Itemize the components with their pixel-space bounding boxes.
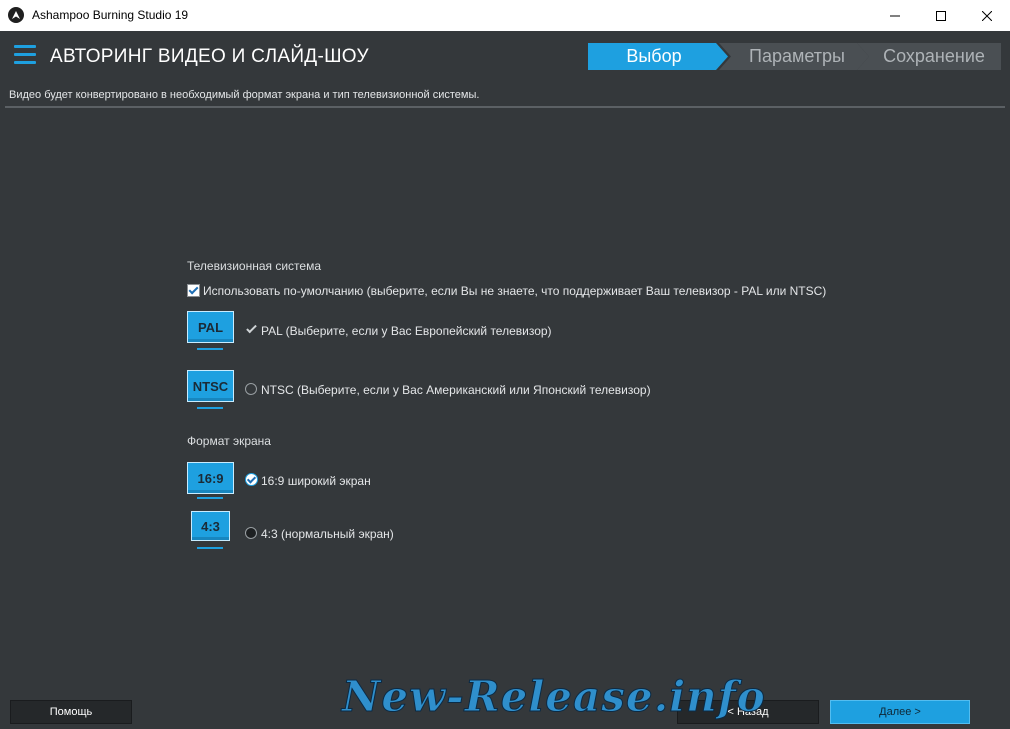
normal-screen-radio[interactable] [245,527,257,539]
minimize-button[interactable] [872,0,918,31]
minimize-icon [890,15,900,16]
normal-screen-option-label[interactable]: 4:3 (нормальный экран) [261,527,394,541]
step-select: Выбор [588,43,728,70]
header: АВТОРИНГ ВИДЕО И СЛАЙД-ШОУ Выбор Парамет… [0,31,1010,81]
watermark: New-Release.info [342,672,766,722]
use-default-checkbox[interactable] [187,284,200,297]
menu-icon[interactable] [14,45,36,67]
pal-tv-icon-text: PAL [187,311,234,343]
step-save-label: Сохранение [883,46,985,66]
help-button[interactable]: Помощь [10,700,132,724]
ntsc-radio[interactable] [245,383,257,395]
widescreen-option-label[interactable]: 16:9 широкий экран [261,474,371,488]
pal-selected-icon[interactable] [245,323,257,335]
page-title: АВТОРИНГ ВИДЕО И СЛАЙД-ШОУ [50,46,369,67]
ntsc-tv-icon-text: NTSC [187,370,234,402]
close-icon [982,10,992,21]
normal-tv-icon-text: 4:3 [191,511,230,541]
page-subtitle: Видео будет конвертировано в необходимый… [9,89,480,101]
step-parameters-label: Параметры [749,46,845,66]
close-button[interactable] [964,0,1010,31]
maximize-icon [936,10,946,21]
widescreen-radio[interactable] [245,473,258,486]
app-logo-icon [8,7,24,23]
screen-format-label: Формат экрана [187,434,271,448]
use-default-label[interactable]: Использовать по-умолчанию (выберите, есл… [203,284,826,298]
pal-option-label[interactable]: PAL (Выберите, если у Вас Европейский те… [261,324,552,338]
step-save: Сохранение [857,43,1001,70]
next-button[interactable]: Далее > [830,700,970,724]
divider [5,106,1005,108]
widescreen-tv-icon-text: 16:9 [187,462,234,494]
tv-system-label: Телевизионная система [187,259,321,273]
ntsc-option-label[interactable]: NTSC (Выберите, если у Вас Американский … [261,383,651,397]
step-select-label: Выбор [626,46,682,66]
step-parameters: Параметры [719,43,869,70]
title-bar: Ashampoo Burning Studio 19 [0,0,1010,32]
window-title: Ashampoo Burning Studio 19 [32,8,189,22]
maximize-button[interactable] [918,0,964,31]
